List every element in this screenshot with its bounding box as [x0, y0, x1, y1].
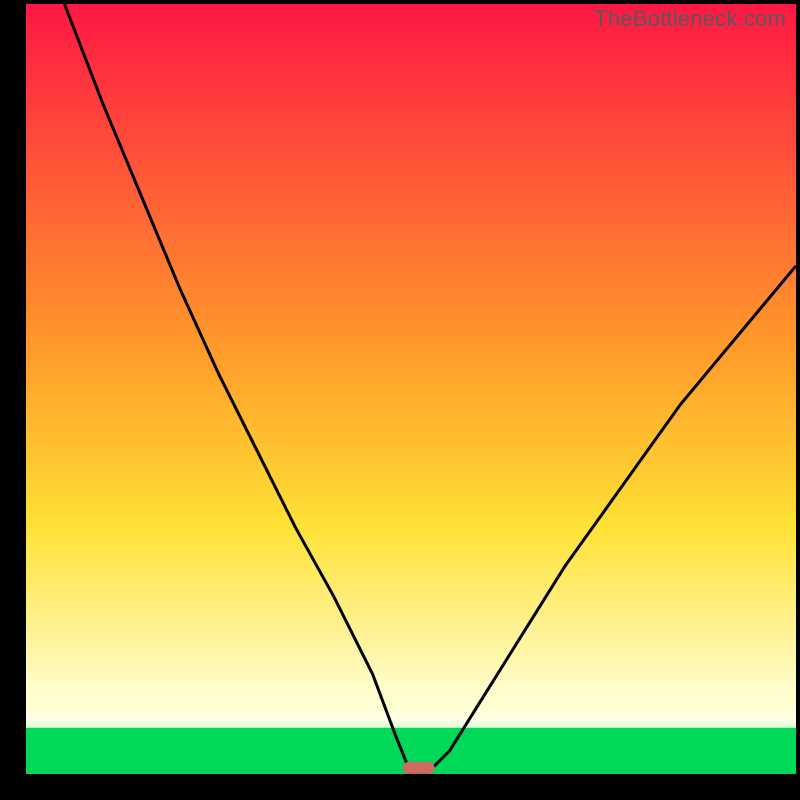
plot-area — [26, 4, 796, 774]
bottleneck-chart: TheBottleneck.com — [0, 0, 800, 800]
chart-svg — [0, 0, 800, 800]
optimal-marker — [403, 762, 435, 774]
